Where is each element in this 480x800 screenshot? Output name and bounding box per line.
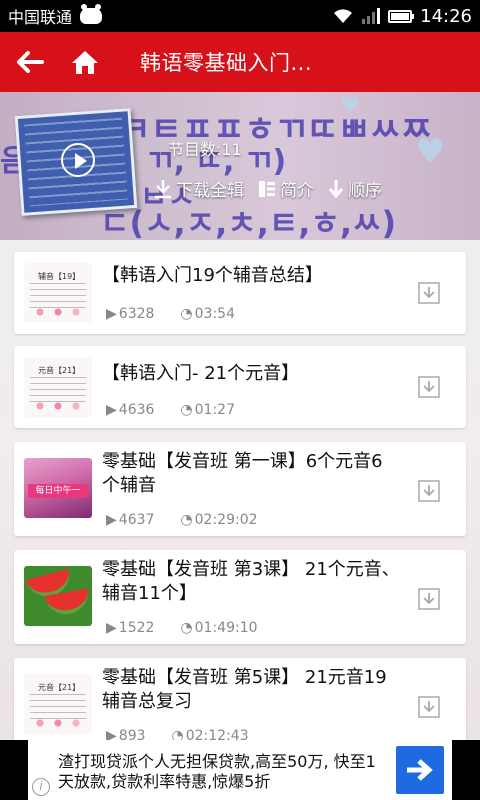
list-item[interactable]: 元音【21】 【韩语入门- 21个元音】 ▶ 4636 ◔ 01:27	[14, 346, 466, 428]
ad-text[interactable]: 渣打现贷派个人无担保贷款,高至50万, 快至1天放款,贷款利率特惠,惊爆5折	[58, 752, 388, 792]
play-count: 893	[118, 728, 146, 740]
heart-decoration: ♥	[415, 132, 446, 172]
banner-bg-text: ㄷ(ㅅ,ㅈ,ㅊ,ㅌ,ㅎ,ㅆ)	[100, 204, 397, 240]
sort-button[interactable]: 顺序	[328, 176, 382, 201]
episode-title: 【韩语入门- 21个元音】	[102, 363, 300, 384]
list-item[interactable]: 每日中午一 零基础【发音班 第一课】6个元音6个辅音 ▶ 4637 ◔ 02:29:…	[14, 442, 466, 536]
program-count: 节目数:11	[168, 140, 242, 159]
duration: 02:12:43	[185, 728, 249, 740]
download-all-button[interactable]: 下载全辑	[154, 176, 244, 201]
back-arrow-icon	[17, 51, 44, 73]
thumbnail-label: 辅音【19】	[38, 272, 81, 281]
play-count: 4636	[118, 402, 155, 418]
play-count-icon: ▶	[106, 728, 117, 740]
arrow-right-icon	[407, 759, 433, 781]
clock: 14:26	[420, 5, 472, 27]
download-icon[interactable]	[418, 480, 440, 502]
intro-icon	[259, 180, 275, 197]
episode-thumbnail: 辅音【19】	[24, 263, 92, 323]
status-bar: 中国联通 14:26	[0, 0, 480, 32]
sort-label: 顺序	[348, 181, 382, 201]
play-count-icon: ▶	[106, 620, 117, 636]
episode-meta: ▶ 893 ◔ 02:12:43	[106, 728, 249, 740]
episode-title: 零基础【发音班 第3课】 21个元音、辅音11个】	[102, 559, 400, 604]
thumbnail-label: 每日中午一	[28, 484, 88, 498]
carrier-name: 中国联通	[8, 8, 73, 27]
play-count-icon: ▶	[106, 402, 117, 418]
episode-title: 零基础【发音班 第5课】 21元音19辅音总复习	[102, 667, 387, 712]
episode-meta: ▶ 1522 ◔ 01:49:10	[106, 620, 258, 636]
clock-icon: ◔	[180, 402, 193, 418]
play-count: 6328	[118, 306, 155, 322]
episode-thumbnail: 元音【21】	[24, 357, 92, 417]
duration: 01:27	[194, 402, 235, 418]
title-bar: 韩语零基础入门...	[0, 32, 480, 92]
list-item[interactable]: 辅音【19】 【韩语入门19个辅音总结】 ▶ 6328 ◔ 03:54	[14, 252, 466, 334]
play-count-icon: ▶	[106, 512, 117, 528]
header-actions: 下载全辑 简介 顺序	[154, 176, 382, 201]
wifi-icon	[334, 9, 353, 23]
episode-meta: ▶ 6328 ◔ 03:54	[106, 306, 235, 322]
episode-title: 【韩语入门19个辅音总结】	[102, 265, 323, 286]
clock-icon: ◔	[180, 620, 193, 636]
download-icon[interactable]	[418, 282, 440, 304]
clock-icon: ◔	[171, 728, 184, 740]
episode-thumbnail: 每日中午一	[24, 458, 92, 518]
notification-cat-icon	[80, 4, 103, 24]
intro-button[interactable]: 简介	[258, 176, 314, 201]
home-button[interactable]	[60, 32, 110, 92]
episode-list[interactable]: 辅音【19】 【韩语入门19个辅音总结】 ▶ 6328 ◔ 03:54 元音【21】…	[0, 240, 480, 740]
episode-title: 零基础【发音班 第一课】6个元音6个辅音	[102, 451, 383, 496]
thumbnail-label: 元音【21】	[38, 683, 81, 692]
download-icon[interactable]	[418, 376, 440, 398]
ad-go-button[interactable]	[396, 746, 444, 794]
episode-thumbnail	[24, 566, 92, 626]
clock-icon: ◔	[180, 306, 193, 322]
clock-icon: ◔	[180, 512, 193, 528]
play-icon[interactable]	[61, 143, 95, 177]
back-button[interactable]	[0, 32, 60, 92]
list-item[interactable]: 元音【21】 零基础【发音班 第5课】 21元音19辅音总复习 ▶ 893 ◔ 02…	[14, 658, 466, 740]
play-count: 1522	[118, 620, 155, 636]
download-all-label: 下载全辑	[176, 181, 244, 201]
duration: 03:54	[194, 306, 235, 322]
duration: 01:49:10	[194, 620, 258, 636]
heart-decoration: ♥	[340, 94, 360, 119]
battery-icon	[388, 9, 415, 23]
episode-thumbnail: 元音【21】	[24, 674, 92, 734]
duration: 02:29:02	[194, 512, 258, 528]
intro-label: 简介	[280, 181, 314, 201]
download-icon[interactable]	[418, 696, 440, 718]
episode-meta: ▶ 4637 ◔ 02:29:02	[106, 512, 258, 528]
list-item[interactable]: 零基础【发音班 第3课】 21个元音、辅音11个】 ▶ 1522 ◔ 01:49:1…	[14, 550, 466, 644]
play-count-icon: ▶	[106, 306, 117, 322]
download-icon[interactable]	[418, 588, 440, 610]
thumbnail-label: 元音【21】	[38, 366, 81, 375]
episode-meta: ▶ 4636 ◔ 01:27	[106, 402, 235, 418]
home-icon	[72, 51, 98, 74]
page-title: 韩语零基础入门...	[140, 51, 313, 75]
download-icon	[155, 179, 171, 198]
signal-icon	[362, 8, 381, 24]
sort-down-icon	[328, 179, 344, 198]
play-count: 4637	[118, 512, 155, 528]
ad-info-icon[interactable]: i	[32, 778, 50, 796]
